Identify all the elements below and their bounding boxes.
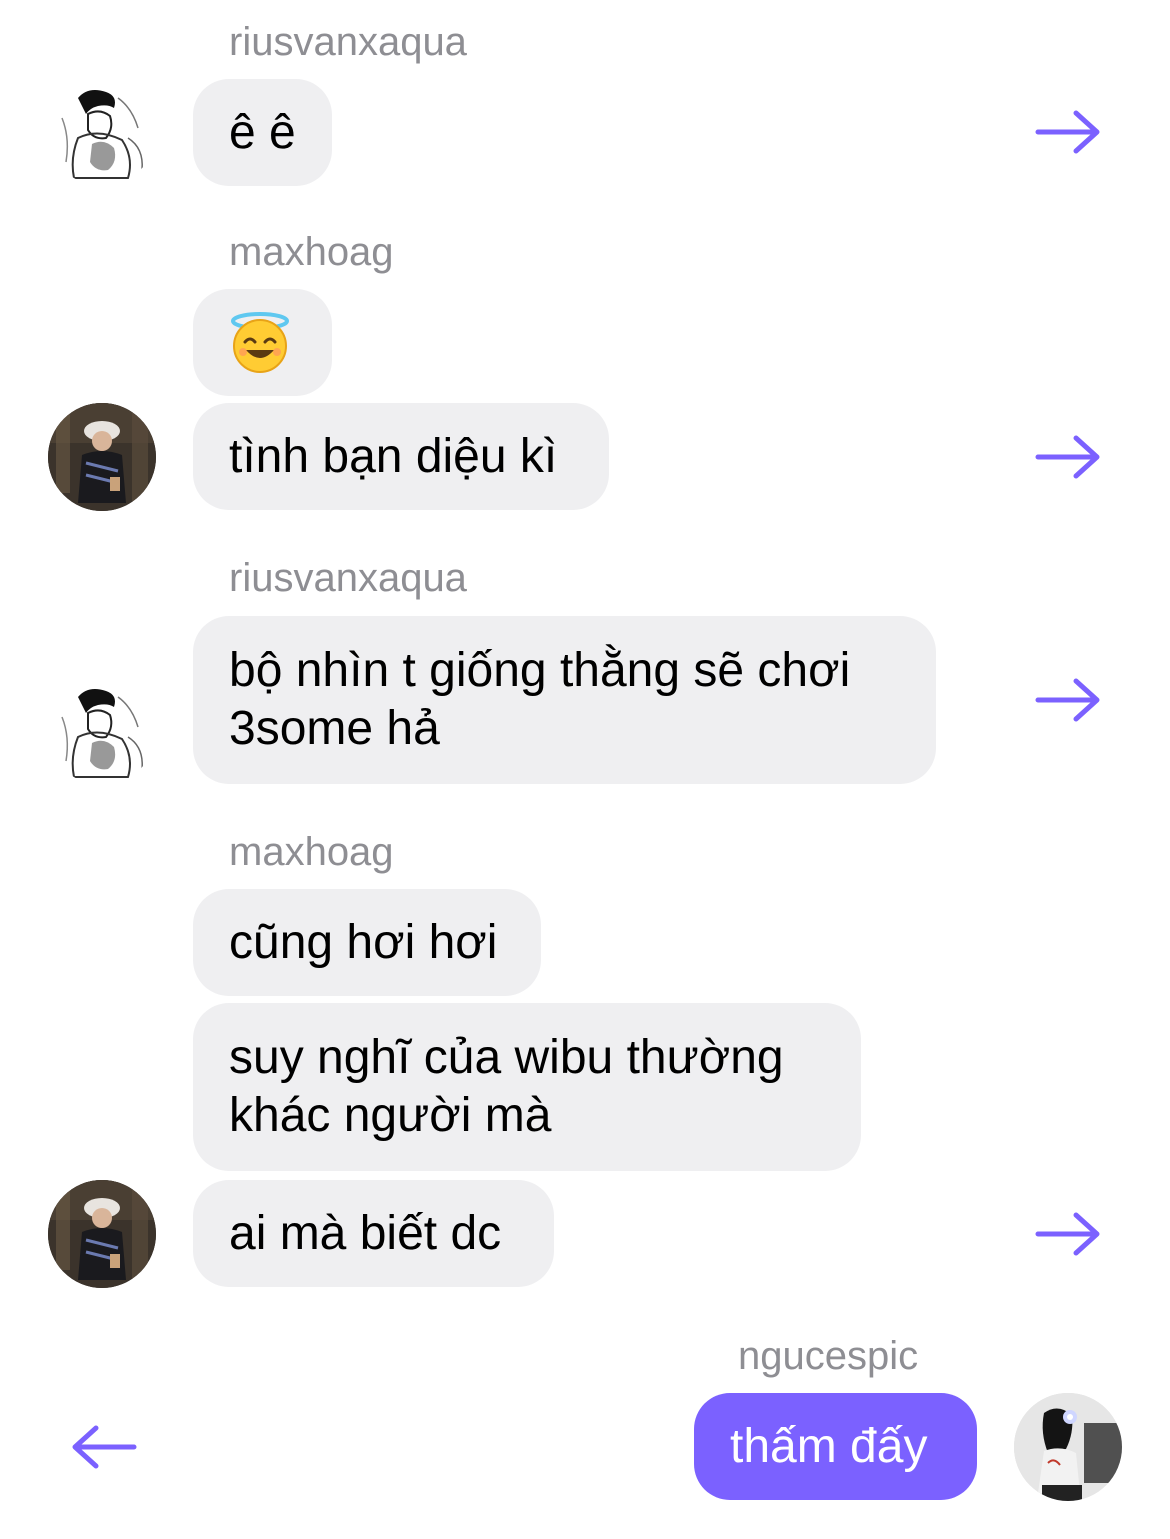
avatar-maxhoag[interactable] [48,1180,156,1288]
avatar-riusvanxaqua[interactable] [48,78,156,186]
message-bubble[interactable]: suy nghĩ của wibu thường khác người mà [193,1003,861,1171]
message-text: suy nghĩ của wibu thường khác người mà [229,1029,784,1145]
avatar-riusvanxaqua[interactable] [48,677,156,785]
message-text-line: bộ nhìn t giống thằng sẽ chơi [229,644,851,697]
sender-name-maxhoag: maxhoag [229,830,394,874]
message-bubble[interactable] [193,289,332,396]
arrow-right-icon[interactable] [1034,432,1104,482]
message-text: thấm đấy [730,1419,928,1473]
sketch-avatar-icon [48,78,156,186]
message-text: bộ nhìn t giống thằng sẽ chơi 3some hả [229,642,850,758]
message-text: cũng hơi hơi [229,915,498,969]
sketch-avatar-icon [48,677,156,785]
avatar-ngucespic[interactable] [1014,1393,1122,1501]
photo-avatar-icon [1014,1393,1122,1501]
message-bubble-outgoing[interactable]: thấm đấy [694,1393,977,1500]
message-bubble[interactable]: ê ê [193,79,332,186]
arrow-right-icon[interactable] [1034,107,1104,157]
message-text-line: suy nghĩ của wibu thường [229,1031,784,1084]
message-text-line: 3some hả [229,702,440,755]
sender-name-riusvanxaqua: riusvanxaqua [229,556,467,600]
sender-name-ngucespic: ngucespic [738,1334,919,1378]
message-bubble[interactable]: cũng hơi hơi [193,889,541,996]
photo-avatar-icon [48,1180,156,1288]
photo-avatar-icon [48,403,156,511]
message-text: tình bạn diệu kì [229,429,558,483]
smiling-face-with-halo-icon [231,311,289,373]
avatar-maxhoag[interactable] [48,403,156,511]
arrow-left-icon[interactable] [68,1422,138,1472]
message-text: ê ê [229,105,296,159]
message-bubble[interactable]: tình bạn diệu kì [193,403,609,510]
message-bubble[interactable]: ai mà biết dc [193,1180,554,1287]
message-text-line: khác người mà [229,1089,552,1142]
sender-name-riusvanxaqua: riusvanxaqua [229,20,467,64]
arrow-right-icon[interactable] [1034,675,1104,725]
arrow-right-icon[interactable] [1034,1209,1104,1259]
message-bubble[interactable]: bộ nhìn t giống thằng sẽ chơi 3some hả [193,616,936,784]
sender-name-maxhoag: maxhoag [229,230,394,274]
message-text: ai mà biết dc [229,1206,502,1260]
